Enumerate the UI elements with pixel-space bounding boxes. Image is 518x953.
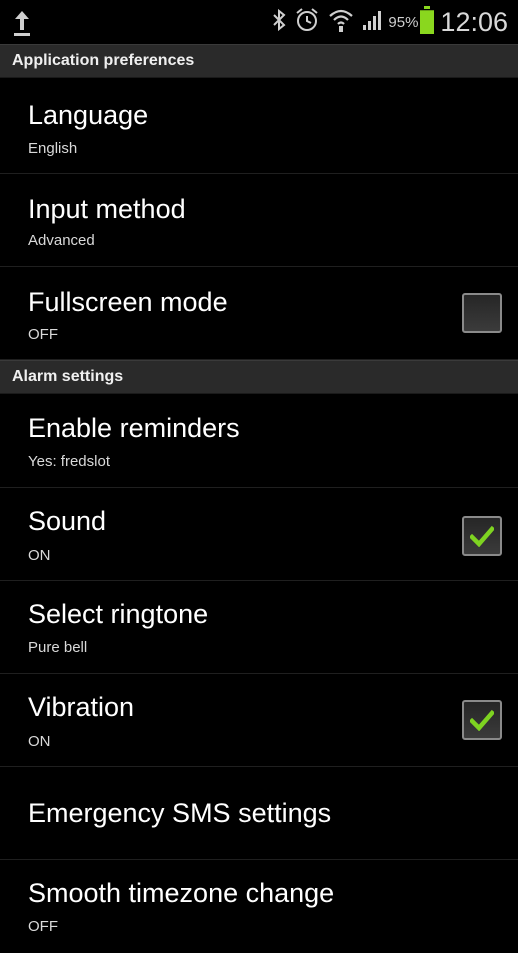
pref-emergency-sms-settings[interactable]: Emergency SMS settings <box>0 767 518 860</box>
bluetooth-icon <box>272 8 286 36</box>
pref-select-ringtone[interactable]: Select ringtone Pure bell <box>0 581 518 674</box>
signal-icon <box>362 9 384 35</box>
fullscreen-checkbox[interactable] <box>462 293 502 333</box>
pref-title: Enable reminders <box>28 413 240 443</box>
pref-smooth-timezone-change[interactable]: Smooth timezone change OFF <box>0 860 518 953</box>
check-icon <box>470 525 494 547</box>
sound-checkbox[interactable] <box>462 516 502 556</box>
pref-enable-reminders[interactable]: Enable reminders Yes: fredslot <box>0 395 518 488</box>
pref-summary: Pure bell <box>28 639 88 656</box>
pref-summary: Yes: fredslot <box>28 453 110 470</box>
pref-title: Vibration <box>28 692 135 722</box>
pref-sound[interactable]: Sound ON <box>0 488 518 581</box>
pref-vibration[interactable]: Vibration ON <box>0 674 518 767</box>
pref-title: Input method <box>28 194 186 224</box>
section-header-label: Alarm settings <box>12 368 124 385</box>
vibration-checkbox[interactable] <box>462 700 502 740</box>
pref-summary: Advanced <box>28 232 95 249</box>
battery-percent: 95% <box>388 13 419 31</box>
clock: 12:06 <box>440 6 508 37</box>
pref-title: Fullscreen mode <box>28 287 228 317</box>
pref-summary: English <box>28 140 78 157</box>
pref-title: Smooth timezone change <box>28 878 335 908</box>
alarm-icon <box>294 7 320 37</box>
battery-icon <box>420 6 435 38</box>
pref-input-method[interactable]: Input method Advanced <box>0 174 518 267</box>
section-header-label: Application preferences <box>12 52 195 69</box>
upload-icon <box>12 8 32 38</box>
pref-summary: ON <box>28 547 51 564</box>
status-icons: 95% 12:06 <box>264 0 508 44</box>
wifi-icon <box>328 7 354 37</box>
section-header-application-preferences: Application preferences <box>0 44 518 78</box>
check-icon <box>470 709 494 731</box>
section-header-alarm-settings: Alarm settings <box>0 360 518 394</box>
pref-summary: ON <box>28 733 51 750</box>
pref-title: Select ringtone <box>28 599 209 629</box>
pref-title: Sound <box>28 506 107 536</box>
pref-title: Emergency SMS settings <box>28 798 332 828</box>
status-bar: 95% 12:06 <box>0 0 518 44</box>
pref-summary: OFF <box>28 326 58 343</box>
pref-fullscreen-mode[interactable]: Fullscreen mode OFF <box>0 267 518 360</box>
pref-language[interactable]: Language English <box>0 80 518 174</box>
pref-title: Language <box>28 100 149 130</box>
